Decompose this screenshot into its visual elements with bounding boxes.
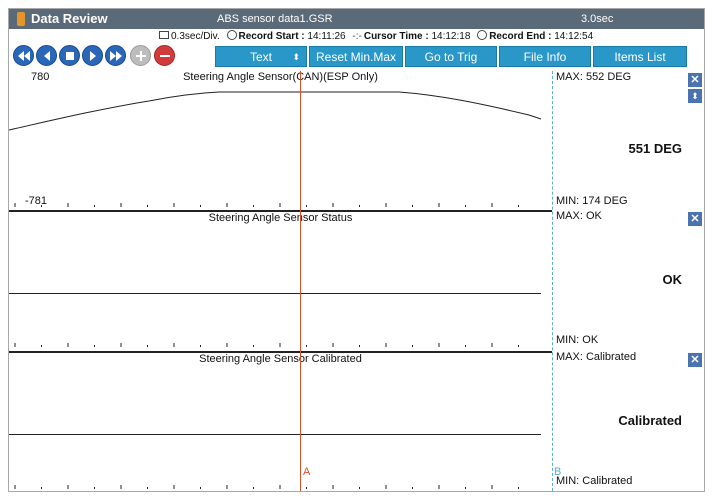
min-value: MIN: 174 DEG (556, 195, 628, 207)
panel-2-summary: MAX: OK OK MIN: OK ✕ (552, 210, 704, 351)
close-icon: ✕ (690, 213, 700, 225)
close-icon: ✕ (690, 74, 700, 86)
status-trace (9, 293, 541, 294)
close-icon: ✕ (690, 354, 700, 366)
cursor-b-line[interactable] (552, 71, 553, 491)
cursor-a-line[interactable] (300, 71, 301, 491)
close-panel-button[interactable]: ✕ (688, 353, 702, 367)
cursor-b-label[interactable]: B (554, 466, 561, 478)
data-review-window: Data Review ABS sensor data1.GSR 3.0sec … (8, 8, 705, 492)
min-value: MIN: OK (556, 334, 599, 346)
panel-3-summary: MAX: Calibrated Calibrated MIN: Calibrat… (552, 351, 704, 491)
close-panel-button[interactable]: ✕ (688, 73, 702, 87)
panel-title: Steering Angle Sensor Calibrated (199, 353, 362, 365)
up-down-icon: ⬍ (691, 91, 699, 101)
max-value: MAX: Calibrated (556, 351, 637, 363)
current-value: 551 DEG (628, 141, 682, 156)
min-value: MIN: Calibrated (556, 475, 633, 487)
current-value: OK (662, 272, 683, 287)
max-value: MAX: 552 DEG (556, 71, 632, 83)
arrange-button[interactable]: ⬍ (688, 89, 702, 103)
max-value: MAX: OK (556, 210, 602, 222)
panel-1-summary: MAX: 552 DEG 551 DEG MIN: 174 DEG ✕ ⬍ (552, 71, 704, 210)
close-panel-button[interactable]: ✕ (688, 212, 702, 226)
steering-angle-trace (9, 91, 542, 131)
panel-title: Steering Angle Sensor Status (208, 212, 353, 224)
graph-panel-calibrated: Steering Angle Sensor Calibrated (9, 351, 552, 491)
current-value: Calibrated (618, 413, 682, 428)
calibrated-trace (9, 434, 541, 435)
cursor-a-label[interactable]: A (303, 466, 310, 478)
graph-panel-status: Steering Angle Sensor Status (9, 210, 552, 351)
